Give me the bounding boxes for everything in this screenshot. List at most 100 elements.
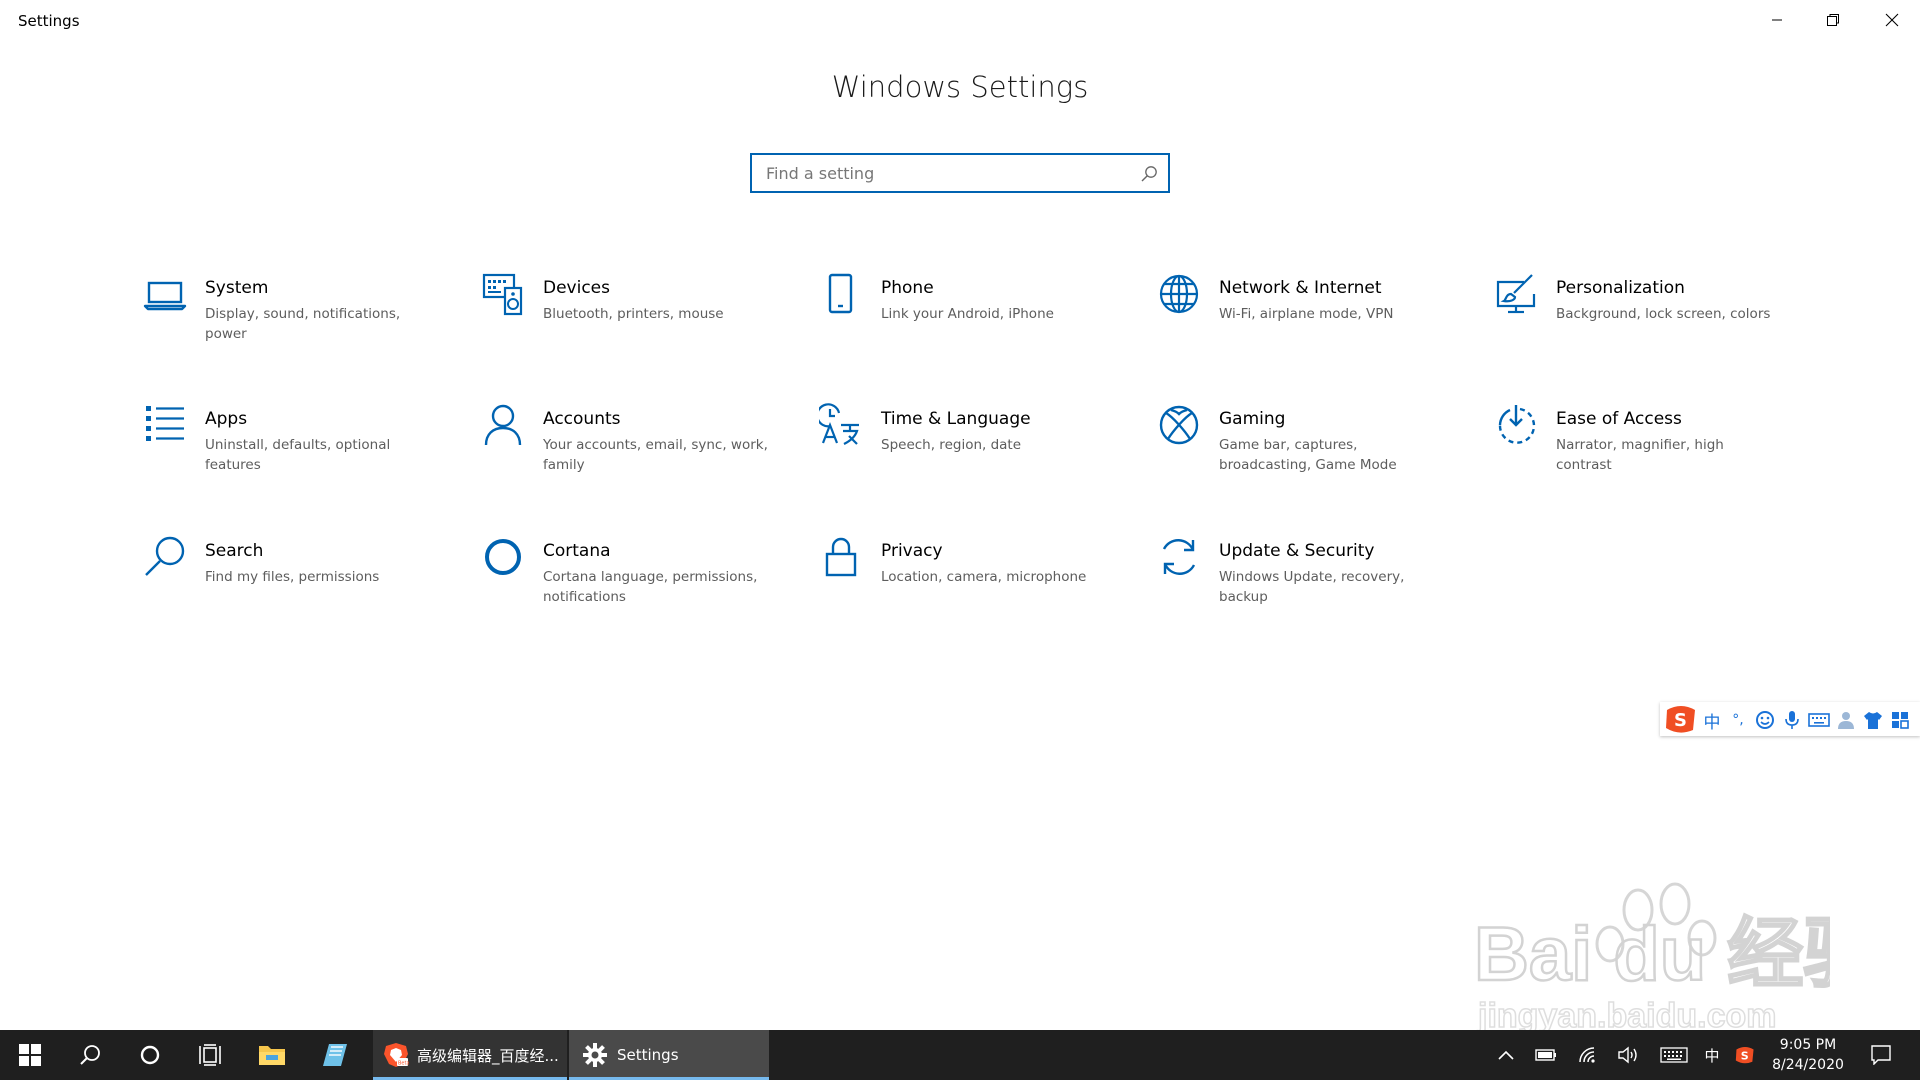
category-network-internet[interactable]: Network & Internet Wi-Fi, airplane mode,…	[1157, 272, 1457, 382]
title-bar: Settings	[0, 0, 1920, 40]
search-box[interactable]	[750, 153, 1170, 193]
category-title: Devices	[543, 278, 610, 298]
gear-icon	[583, 1043, 607, 1067]
search-icon[interactable]	[1139, 164, 1159, 188]
category-title: Update & Security	[1219, 541, 1375, 561]
close-button[interactable]	[1864, 0, 1920, 40]
ime-toolbar: S 中 °,	[1660, 702, 1920, 736]
cortana-circle-icon[interactable]	[120, 1030, 180, 1080]
category-title: Privacy	[881, 541, 943, 561]
clock-date: 8/24/2020	[1772, 1057, 1844, 1073]
time-language-icon	[816, 403, 863, 447]
notification-center-icon[interactable]	[1858, 1030, 1904, 1080]
watermark-text: Bai du 经验	[1474, 912, 1830, 997]
category-privacy[interactable]: Privacy Location, camera, microphone	[819, 535, 1119, 645]
ease-of-access-icon	[1494, 403, 1538, 447]
keyboard-speaker-icon	[481, 272, 525, 316]
baidu-watermark: Bai du 经验 jingyan.baidu.com	[1470, 872, 1881, 1036]
person-icon	[481, 403, 525, 447]
category-cortana[interactable]: Cortana Cortana language, permissions, n…	[481, 535, 781, 645]
category-time-language[interactable]: Time & Language Speech, region, date	[816, 403, 1119, 513]
taskbar-app-settings[interactable]: Settings	[569, 1030, 769, 1080]
battery-icon[interactable]	[1526, 1030, 1566, 1080]
microphone-icon[interactable]	[1781, 709, 1803, 731]
windows-start-icon[interactable]	[0, 1030, 60, 1080]
globe-icon	[1157, 272, 1201, 316]
watermark-url: jingyan.baidu.com	[1477, 997, 1776, 1032]
list-icon	[143, 403, 187, 447]
phone-icon	[819, 272, 863, 316]
clock-time: 9:05 PM	[1779, 1037, 1837, 1053]
category-description: Background, lock screen, colors	[1556, 306, 1771, 322]
category-title: Cortana	[543, 541, 611, 561]
taskbar-app-brave[interactable]: Beta 高级编辑器_百度经...	[373, 1030, 567, 1080]
minimize-icon	[1772, 19, 1782, 21]
file-explorer-icon[interactable]	[240, 1030, 304, 1080]
brave-browser-icon: Beta	[383, 1042, 409, 1068]
category-title: System	[205, 278, 269, 298]
svg-text:Beta: Beta	[398, 1061, 409, 1067]
search-input[interactable]	[752, 155, 1168, 191]
category-description: Your accounts, email, sync, work, family	[543, 437, 768, 473]
sync-icon	[1157, 535, 1201, 579]
grid-icon[interactable]	[1889, 709, 1911, 731]
category-title: Personalization	[1556, 278, 1685, 298]
category-ease-of-access[interactable]: Ease of Access Narrator, magnifier, high…	[1494, 403, 1794, 513]
category-title: Ease of Access	[1556, 409, 1682, 429]
category-description: Bluetooth, printers, mouse	[543, 306, 724, 322]
category-description: Uninstall, defaults, optional features	[205, 437, 391, 473]
category-accounts[interactable]: Accounts Your accounts, email, sync, wor…	[481, 403, 781, 513]
category-title: Network & Internet	[1219, 278, 1382, 298]
category-description: Narrator, magnifier, high contrast	[1556, 437, 1724, 473]
category-apps[interactable]: Apps Uninstall, defaults, optional featu…	[143, 403, 443, 513]
restore-button[interactable]	[1805, 0, 1861, 40]
category-system[interactable]: System Display, sound, notifications, po…	[143, 272, 443, 382]
category-description: Display, sound, notifications, power	[205, 306, 401, 342]
app-title: Settings	[18, 12, 80, 30]
search-icon[interactable]	[60, 1030, 120, 1080]
category-description: Cortana language, permissions, notificat…	[543, 569, 758, 605]
clock[interactable]: 9:05 PM 8/24/2020	[1752, 1035, 1864, 1075]
ime-punctuation-toggle[interactable]: °,	[1727, 709, 1749, 731]
sogou-s-icon[interactable]: S	[1663, 704, 1699, 738]
wifi-icon[interactable]	[1568, 1030, 1608, 1080]
category-personalization[interactable]: Personalization Background, lock screen,…	[1494, 272, 1794, 382]
xbox-icon	[1157, 403, 1201, 447]
touch-keyboard-icon[interactable]	[1652, 1030, 1696, 1080]
page-title: Windows Settings	[831, 70, 1089, 104]
lock-icon	[819, 535, 863, 579]
category-title: Search	[205, 541, 264, 561]
search-icon	[143, 535, 187, 579]
svg-text:S: S	[1674, 710, 1687, 731]
input-language-indicator[interactable]: 中	[1698, 1030, 1726, 1080]
category-title: Gaming	[1219, 409, 1286, 429]
task-view-icon[interactable]	[180, 1030, 240, 1080]
category-update-security[interactable]: Update & Security Windows Update, recove…	[1157, 535, 1457, 645]
category-title: Time & Language	[881, 409, 1031, 429]
chevron-up-icon[interactable]	[1488, 1030, 1524, 1080]
laptop-icon	[143, 272, 187, 316]
paintbrush-icon	[1494, 272, 1538, 316]
taskbar-app-label: 高级编辑器_百度经...	[417, 1046, 559, 1065]
minimize-button[interactable]	[1749, 0, 1805, 40]
category-description: Link your Android, iPhone	[881, 306, 1054, 322]
user-icon[interactable]	[1835, 709, 1857, 731]
keyboard-icon[interactable]	[1808, 709, 1830, 731]
volume-icon[interactable]	[1608, 1030, 1648, 1080]
ime-mode-toggle[interactable]: 中	[1701, 709, 1723, 733]
svg-text:S: S	[1741, 1049, 1749, 1062]
emoji-icon[interactable]	[1754, 709, 1776, 731]
notepad-icon[interactable]	[304, 1030, 366, 1080]
category-title: Accounts	[543, 409, 621, 429]
category-title: Apps	[205, 409, 248, 429]
category-description: Speech, region, date	[881, 437, 1022, 453]
category-gaming[interactable]: Gaming Game bar, captures, broadcasting,…	[1157, 403, 1457, 513]
category-search[interactable]: Search Find my files, permissions	[143, 535, 443, 645]
close-icon	[1885, 13, 1899, 27]
shirt-icon[interactable]	[1862, 709, 1884, 731]
category-phone[interactable]: Phone Link your Android, iPhone	[819, 272, 1119, 382]
taskbar-app-label: Settings	[617, 1046, 679, 1064]
category-devices[interactable]: Devices Bluetooth, printers, mouse	[481, 272, 781, 382]
category-description: Find my files, permissions	[205, 569, 380, 585]
category-description: Wi-Fi, airplane mode, VPN	[1219, 306, 1394, 322]
